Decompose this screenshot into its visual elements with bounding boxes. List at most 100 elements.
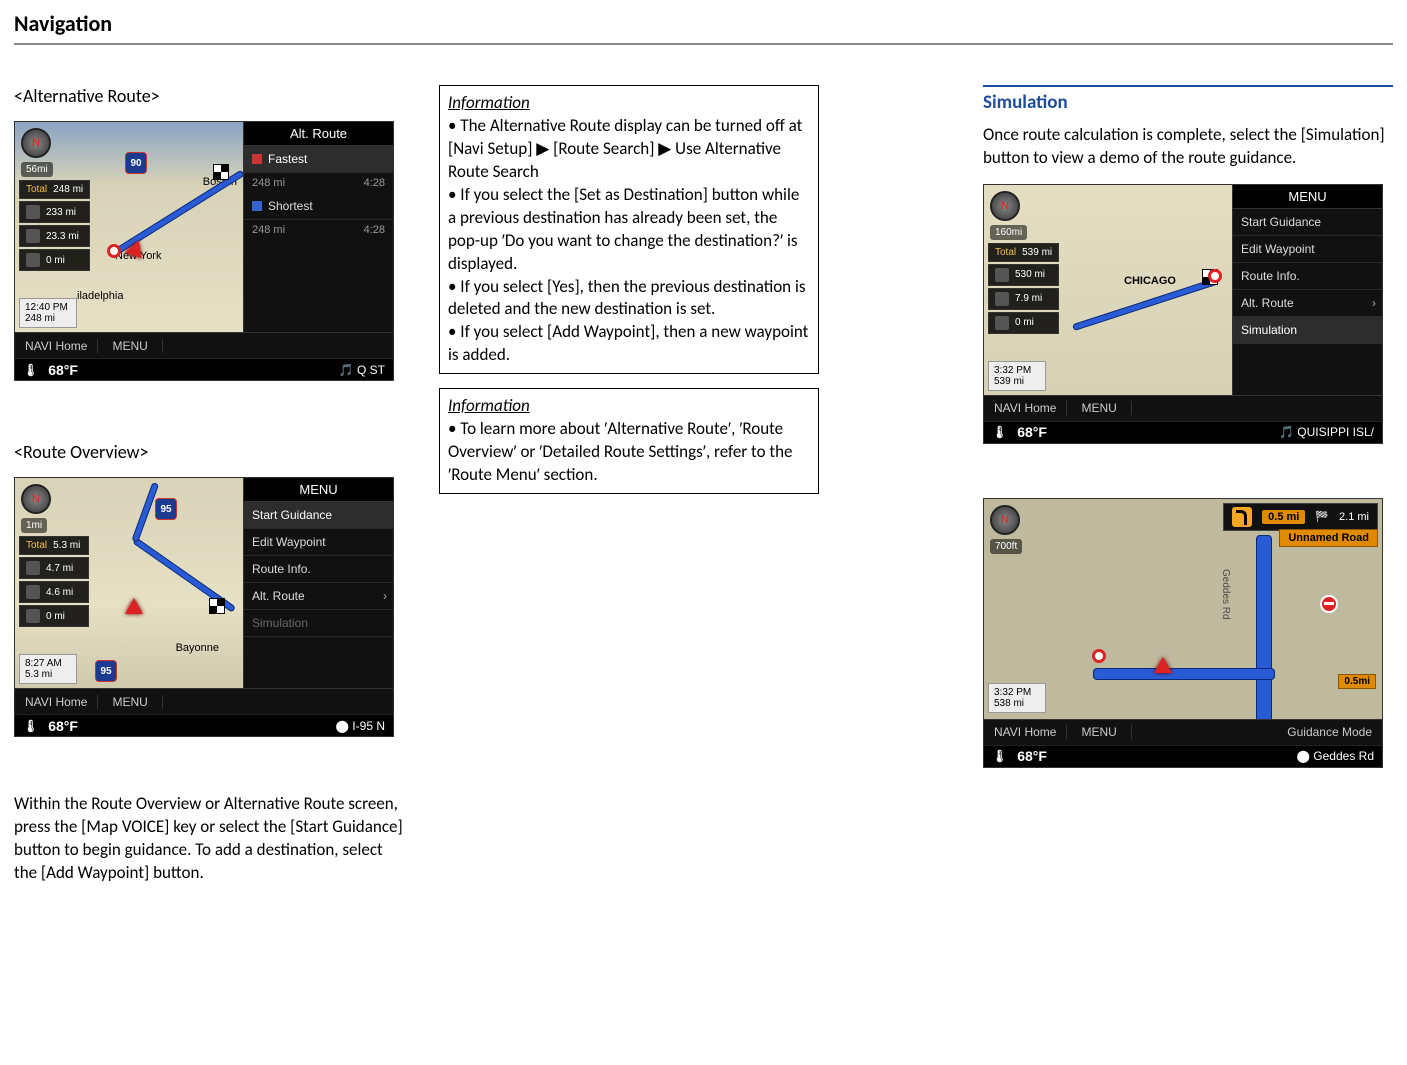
- route-overview-heading: <Route Overview>: [14, 441, 409, 463]
- menu-button[interactable]: MENU: [1067, 725, 1131, 739]
- stat-row: 0 mi: [988, 312, 1059, 334]
- fig-footer: NAVI Home MENU: [15, 688, 393, 714]
- side-stats: Total539 mi 530 mi 7.9 mi 0 mi: [988, 243, 1059, 334]
- stat-row: Total 248 mi: [19, 180, 90, 199]
- time-value: 3:32 PM: [994, 365, 1040, 376]
- time-box: 8:27 AM 5.3 mi: [19, 654, 77, 684]
- menu-start-guidance[interactable]: Start Guidance: [1233, 209, 1382, 236]
- destination-flag-icon: [213, 164, 229, 180]
- time-value: 12:40 PM: [25, 302, 71, 313]
- stat-value: 7.9 mi: [1015, 293, 1042, 304]
- menu-simulation[interactable]: Simulation: [1233, 317, 1382, 344]
- info-body: • The Alternative Route display can be t…: [448, 115, 808, 365]
- menu-button[interactable]: MENU: [1067, 401, 1131, 415]
- temp-bar: 🌡 68°F ⬤ Geddes Rd: [984, 745, 1382, 767]
- current-position-icon: [125, 598, 143, 614]
- side-stats: Total248 mi 233 mi 23.3 mi 0 mi: [19, 180, 90, 271]
- compass-icon: N: [21, 484, 51, 514]
- temp-bar: 🌡 68°F 🎵 Q ST: [15, 358, 393, 380]
- stat-row: Total5.3 mi: [19, 536, 89, 555]
- info-box-1: Information • The Alternative Route disp…: [439, 85, 819, 374]
- stat-label: Total: [26, 184, 47, 195]
- status-text: 🎵 QUISIPPI ISL/: [1279, 425, 1374, 439]
- panel-title: Alt. Route: [244, 122, 393, 146]
- menu-button[interactable]: MENU: [98, 339, 162, 353]
- map-area: N 1mi Total5.3 mi 4.7 mi 4.6 mi 0 mi 8:2…: [15, 478, 243, 688]
- fig-route-overview: N 1mi Total5.3 mi 4.7 mi 4.6 mi 0 mi 8:2…: [14, 477, 394, 737]
- temp-bar: 🌡 68°F ⬤ I-95 N: [15, 714, 393, 736]
- alt-route-heading: <Alternative Route>: [14, 85, 409, 107]
- navi-home-button[interactable]: NAVI Home: [15, 339, 98, 353]
- stat-row: 0 mi: [19, 605, 89, 627]
- info-body: • To learn more about ′Alternative Route…: [448, 418, 792, 485]
- chevron-right-icon: ›: [383, 589, 387, 603]
- start-marker-icon: [1092, 649, 1106, 663]
- stat-label: Total: [26, 540, 47, 551]
- fig-footer: NAVI Home MENU: [984, 395, 1382, 421]
- thermometer-icon: 🌡: [992, 749, 1007, 763]
- map-area: N 56mi Total248 mi 233 mi 23.3 mi 0 mi 1…: [15, 122, 243, 332]
- menu-start-guidance[interactable]: Start Guidance: [244, 502, 393, 529]
- interstate-shield-icon: 95: [95, 660, 117, 682]
- temp-bar: 🌡 68°F 🎵 QUISIPPI ISL/: [984, 421, 1382, 443]
- menu-route-info[interactable]: Route Info.: [1233, 263, 1382, 290]
- banner-total: 2.1 mi: [1339, 511, 1369, 523]
- time-box: 3:32 PM 539 mi: [988, 361, 1046, 391]
- stat-value: 539 mi: [1022, 247, 1052, 258]
- column-1: <Alternative Route> N 56mi Total248 mi 2…: [14, 85, 409, 899]
- alt-route-shortest[interactable]: Shortest: [244, 193, 393, 220]
- destination-flag-icon: [209, 598, 225, 614]
- menu-alt-route[interactable]: Alt. Route ›: [244, 583, 393, 610]
- stat-value: 0 mi: [1015, 317, 1034, 328]
- fig-simulation-running: N 700ft 0.5 mi 🏁 2.1 mi Unnamed Road 3:3…: [983, 498, 1383, 768]
- item-label: Start Guidance: [1241, 215, 1321, 229]
- column-3: Simulation Once route calculation is com…: [983, 85, 1393, 798]
- simulation-paragraph: Once route calculation is complete, sele…: [983, 124, 1393, 170]
- navi-home-button[interactable]: NAVI Home: [984, 725, 1067, 739]
- flag-icon: 🏁: [1315, 510, 1329, 523]
- city-label: Bayonne: [176, 642, 219, 654]
- menu-edit-waypoint[interactable]: Edit Waypoint: [1233, 236, 1382, 263]
- navi-home-button[interactable]: NAVI Home: [15, 695, 98, 709]
- status-text: 🎵 Q ST: [339, 363, 385, 377]
- side-stats: Total5.3 mi 4.7 mi 4.6 mi 0 mi: [19, 536, 89, 627]
- interstate-shield-icon: 90: [125, 152, 147, 174]
- temp-value: 68°F: [48, 718, 78, 734]
- menu-route-info[interactable]: Route Info.: [244, 556, 393, 583]
- column-2: Information • The Alternative Route disp…: [439, 85, 819, 508]
- fig-footer: NAVI Home MENU: [15, 332, 393, 358]
- tollroad-icon: [995, 292, 1009, 306]
- city-label: iladelphia: [77, 290, 123, 302]
- simulation-title: Simulation: [983, 85, 1393, 116]
- stat-value: 248 mi: [53, 184, 83, 195]
- menu-edit-waypoint[interactable]: Edit Waypoint: [244, 529, 393, 556]
- item-label: Fastest: [268, 152, 307, 166]
- alt-route-fastest[interactable]: Fastest: [244, 146, 393, 173]
- upcoming-distance: 0.5mi: [1338, 674, 1376, 689]
- overview-paragraph: Within the Route Overview or Alternative…: [14, 793, 409, 885]
- map-area: N 160mi Total539 mi 530 mi 7.9 mi 0 mi 3…: [984, 185, 1232, 395]
- alt-route-fastest-detail: 248 mi4:28: [244, 173, 393, 193]
- stat-value: 4.6 mi: [46, 587, 73, 598]
- guidance-mode-button[interactable]: Guidance Mode: [1277, 725, 1382, 739]
- stat-value: 0 mi: [46, 611, 65, 622]
- stat-row: 4.7 mi: [19, 557, 89, 579]
- status-text: ⬤ Geddes Rd: [1297, 749, 1374, 763]
- stat-row: 23.3 mi: [19, 225, 90, 247]
- map-area: N 700ft 0.5 mi 🏁 2.1 mi Unnamed Road 3:3…: [984, 499, 1382, 719]
- temp-value: 68°F: [1017, 424, 1047, 440]
- item-label: Shortest: [268, 199, 313, 213]
- menu-alt-route[interactable]: Alt. Route›: [1233, 290, 1382, 317]
- time-box: 3:32 PM 538 mi: [988, 683, 1046, 713]
- dist-value: 248 mi: [25, 313, 71, 324]
- item-label: Alt. Route: [252, 589, 305, 603]
- stat-row: 7.9 mi: [988, 288, 1059, 310]
- turn-right-icon: [1232, 507, 1252, 527]
- road-name-banner: Unnamed Road: [1279, 529, 1378, 547]
- item-label: Edit Waypoint: [1241, 242, 1315, 256]
- menu-button[interactable]: MENU: [98, 695, 162, 709]
- columns: <Alternative Route> N 56mi Total248 mi 2…: [14, 85, 1393, 899]
- navi-home-button[interactable]: NAVI Home: [984, 401, 1067, 415]
- chevron-right-icon: ›: [1372, 296, 1376, 310]
- interstate-shield-icon: 95: [155, 498, 177, 520]
